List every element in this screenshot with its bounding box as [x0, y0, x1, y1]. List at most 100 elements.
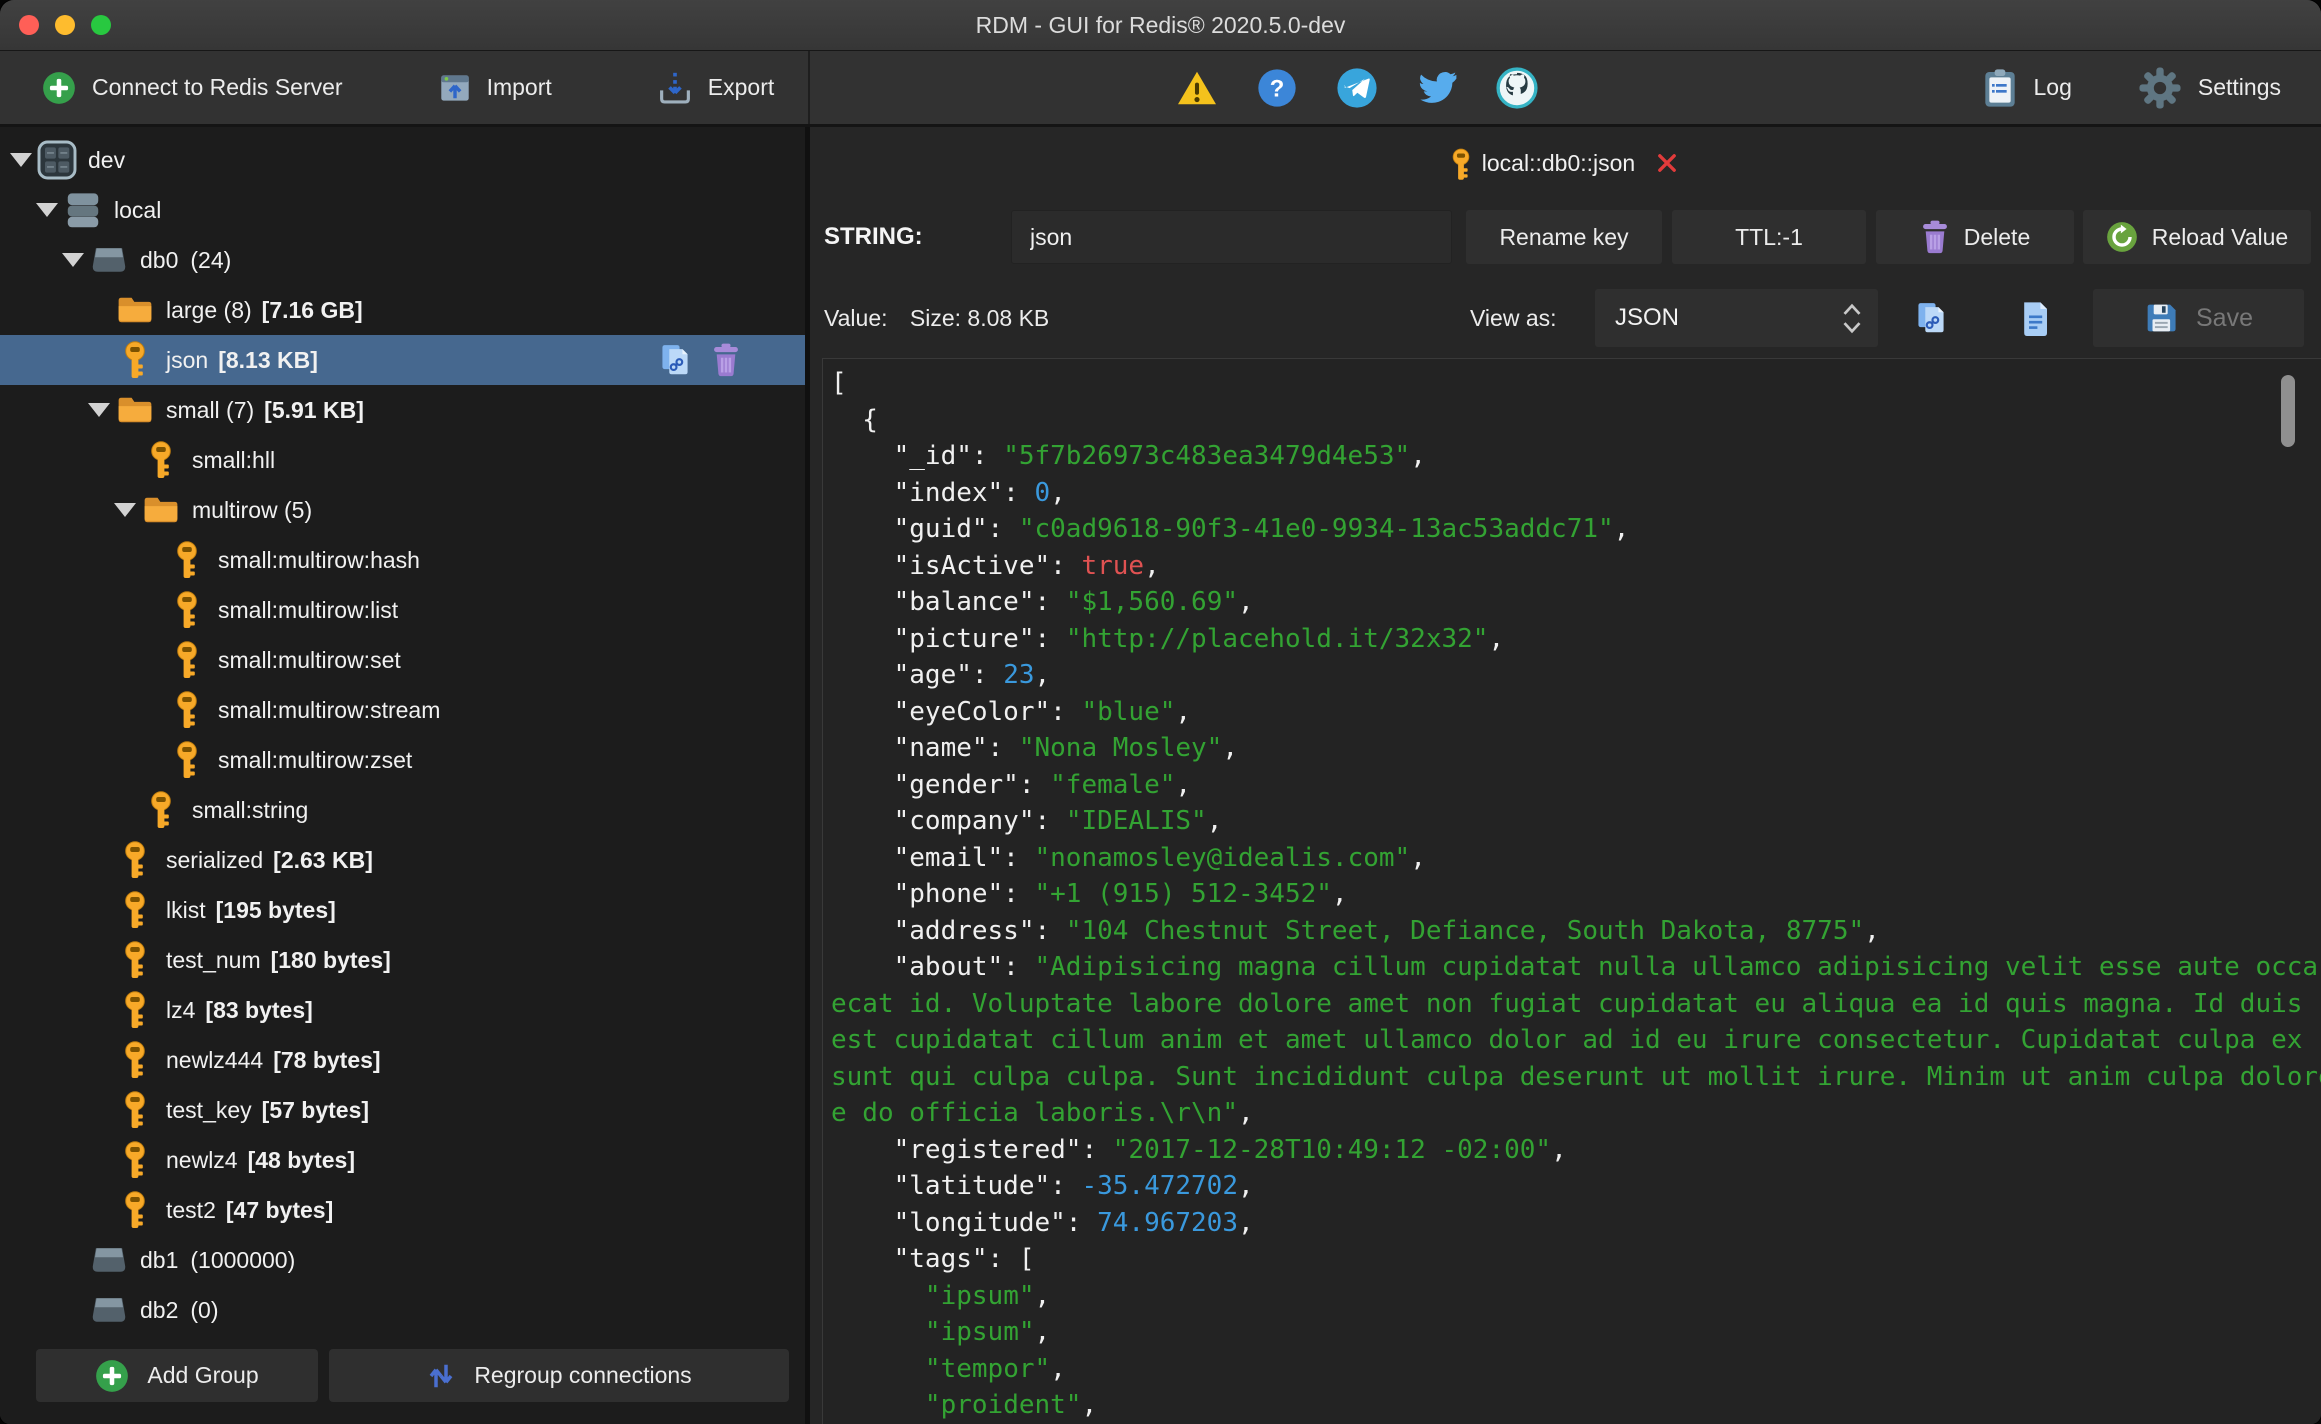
tree-item-count: (24) [190, 246, 232, 273]
editor-line: "latitude": -35.472702, [831, 1171, 1254, 1201]
sort-arrows-icon [426, 1361, 456, 1391]
save-button[interactable]: Save [2093, 289, 2304, 347]
editor-line: sunt qui culpa culpa. Sunt incididunt cu… [831, 1061, 2321, 1092]
connections-sidebar: dev local db0 (24) large (8) [7.16 GB] json [8.… [0, 127, 810, 1424]
tree-item-label: newlz444 [166, 1046, 264, 1073]
tree-item-large-8[interactable]: large (8) [7.16 GB] [0, 285, 805, 335]
editor-line: "registered": "2017-12-28T10:49:12 -02:0… [831, 1134, 1567, 1165]
editor-line: "balance": "$1,560.69", [831, 587, 1254, 617]
tree-item-size: [180 bytes] [270, 946, 391, 973]
close-window-button[interactable] [19, 15, 39, 35]
tab-title: local::db0::json [1481, 149, 1636, 176]
copy-link-icon[interactable] [659, 342, 691, 378]
editor-line: { [831, 404, 878, 435]
tree-item-small-7[interactable]: small (7) [5.91 KB] [0, 385, 805, 435]
settings-button[interactable]: Settings [2138, 66, 2281, 110]
import-button[interactable]: Import [439, 72, 552, 104]
tree-item-newlz444[interactable]: newlz444 [78 bytes] [0, 1035, 805, 1085]
server-icon [62, 188, 104, 232]
expander-icon[interactable] [86, 403, 112, 417]
tree-item-json[interactable]: json [8.13 KB] [0, 335, 805, 385]
document-text-icon [2019, 300, 2051, 336]
expander-icon[interactable] [112, 503, 138, 517]
expander-icon[interactable] [60, 253, 86, 267]
tree-item-small-string[interactable]: small:string [0, 785, 805, 835]
svg-text:?: ? [1270, 75, 1285, 102]
log-button[interactable]: Log [1982, 68, 2072, 108]
document-link-icon [1915, 300, 1947, 336]
connect-to-redis-server-button[interactable]: Connect to Redis Server [42, 71, 343, 105]
key-icon [166, 588, 208, 632]
tree-item-lkist[interactable]: lkist [195 bytes] [0, 885, 805, 935]
import-label: Import [486, 74, 552, 100]
sidebar-bottom-bar: Add Group Regroup connections [0, 1327, 805, 1424]
tree-item-small-multirow-hash[interactable]: small:multirow:hash [0, 535, 805, 585]
minimize-window-button[interactable] [55, 15, 75, 35]
expander-icon[interactable] [8, 153, 34, 167]
editor-line: "company": "IDEALIS", [831, 806, 1223, 836]
zoom-window-button[interactable] [91, 15, 111, 35]
export-button[interactable]: Export [658, 71, 774, 105]
tree-item-count: (1000000) [190, 1246, 296, 1273]
key-name-input[interactable] [1011, 210, 1452, 264]
help-icon[interactable]: ? [1256, 67, 1298, 109]
delete-key-button[interactable]: Delete [1876, 210, 2074, 264]
twitter-icon[interactable] [1416, 67, 1458, 109]
tree-item-small-hll[interactable]: small:hll [0, 435, 805, 485]
main-toolbar: Connect to Redis Server Import Export ? [0, 51, 2321, 127]
folder-icon [114, 288, 156, 332]
github-icon[interactable] [1496, 66, 1538, 109]
add-group-button[interactable]: Add Group [36, 1349, 318, 1402]
tree-item-label: db0 [140, 246, 179, 273]
tree-item-small-multirow-stream[interactable]: small:multirow:stream [0, 685, 805, 735]
format-select[interactable]: JSON [1595, 289, 1878, 347]
warning-icon[interactable] [1176, 67, 1218, 109]
tree-item-label: small:multirow:stream [218, 696, 441, 723]
tree-item-small-multirow-set[interactable]: small:multirow:set [0, 635, 805, 685]
telegram-icon[interactable] [1336, 67, 1378, 109]
key-icon [114, 888, 156, 932]
tree-item-dev[interactable]: dev [0, 135, 805, 185]
tab-local-db0-json[interactable]: local::db0::json [1450, 146, 1681, 181]
editor-line: "age": 23, [831, 660, 1051, 690]
rename-key-button[interactable]: Rename key [1466, 210, 1662, 264]
tree-item-db0[interactable]: db0 (24) [0, 235, 805, 285]
tree-item-multirow-5[interactable]: multirow (5) [0, 485, 805, 535]
value-editor[interactable]: [ { "_id": "5f7b26973c483ea3479d4e53", "… [822, 358, 2321, 1424]
tree-item-small-multirow-zset[interactable]: small:multirow:zset [0, 735, 805, 785]
open-value-text-button[interactable] [2012, 295, 2058, 341]
tree-item-lz4[interactable]: lz4 [83 bytes] [0, 985, 805, 1035]
tree-item-db2[interactable]: db2 (0) [0, 1285, 805, 1327]
tree-item-small-multirow-list[interactable]: small:multirow:list [0, 585, 805, 635]
editor-line: "picture": "http://placehold.it/32x32", [831, 623, 1505, 654]
tree-item-size: [78 bytes] [273, 1046, 381, 1073]
tree-item-newlz4[interactable]: newlz4 [48 bytes] [0, 1135, 805, 1185]
tree-item-local[interactable]: local [0, 185, 805, 235]
key-icon [166, 538, 208, 582]
key-icon [114, 338, 156, 382]
tree-item-label: test_key [166, 1096, 252, 1123]
tree-item-size: [5.91 KB] [264, 396, 364, 423]
editor-line: "name": "Nona Mosley", [831, 733, 1238, 763]
reload-value-button[interactable]: Reload Value [2083, 210, 2311, 264]
expander-icon[interactable] [34, 203, 60, 217]
editor-scrollbar[interactable] [2281, 375, 2295, 447]
tree-item-db1[interactable]: db1 (1000000) [0, 1235, 805, 1285]
editor-line: "phone": "+1 (915) 512-3452", [831, 879, 1348, 909]
tree-item-test-key[interactable]: test_key [57 bytes] [0, 1085, 805, 1135]
close-tab-icon[interactable] [1653, 149, 1681, 177]
window-title: RDM - GUI for Redis® 2020.5.0-dev [975, 12, 1346, 38]
tree-item-test2[interactable]: test2 [47 bytes] [0, 1185, 805, 1235]
key-icon [166, 738, 208, 782]
open-value-external-button[interactable] [1908, 295, 1954, 341]
gear-icon [2138, 66, 2182, 110]
ttl-button[interactable]: TTL:-1 [1672, 210, 1866, 264]
regroup-connections-button[interactable]: Regroup connections [329, 1349, 789, 1402]
trash-icon[interactable] [711, 343, 741, 377]
reload-icon [2106, 221, 2138, 253]
tree-item-test-num[interactable]: test_num [180 bytes] [0, 935, 805, 985]
tree-item-size: [7.16 GB] [261, 296, 363, 323]
tree-item-serialized[interactable]: serialized [2.63 KB] [0, 835, 805, 885]
trash-icon [1920, 220, 1950, 254]
editor-line: "email": "nonamosley@idealis.com", [831, 842, 1426, 873]
